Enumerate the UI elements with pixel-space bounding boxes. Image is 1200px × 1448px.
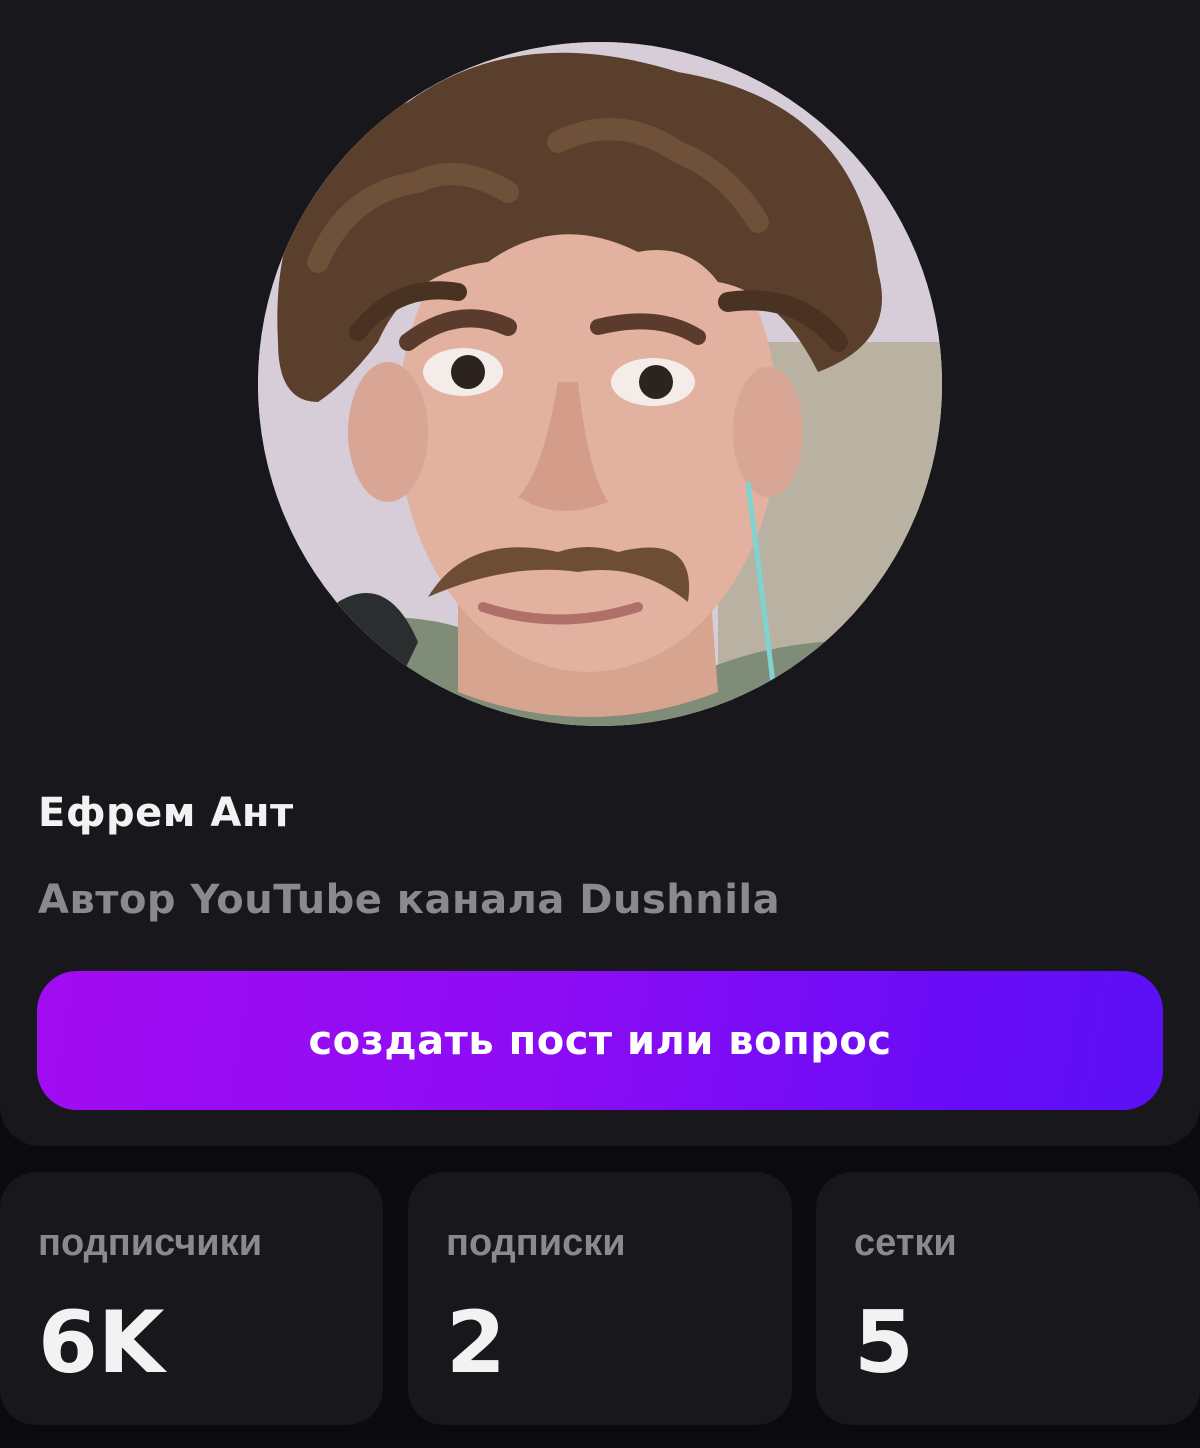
profile-bio: Автор YouTube канала Dushnila (38, 877, 781, 923)
create-post-button-label: создать пост или вопрос (308, 1017, 892, 1064)
stat-value: 6K (38, 1293, 165, 1393)
stat-card-following[interactable]: подписки 2 (408, 1172, 792, 1425)
stat-label: подписки (446, 1222, 626, 1264)
profile-name: Ефрем Ант (38, 790, 294, 836)
stat-label: сетки (854, 1222, 957, 1264)
avatar-photo (258, 42, 942, 726)
stat-value: 2 (446, 1293, 506, 1393)
stat-label: подписчики (38, 1222, 263, 1264)
stat-card-followers[interactable]: подписчики 6K (0, 1172, 383, 1425)
create-post-button[interactable]: создать пост или вопрос (37, 971, 1163, 1110)
stat-card-networks[interactable]: сетки 5 (816, 1172, 1200, 1425)
avatar[interactable] (258, 42, 942, 726)
profile-card: Ефрем Ант Автор YouTube канала Dushnila … (0, 0, 1200, 1146)
stat-value: 5 (854, 1293, 914, 1393)
